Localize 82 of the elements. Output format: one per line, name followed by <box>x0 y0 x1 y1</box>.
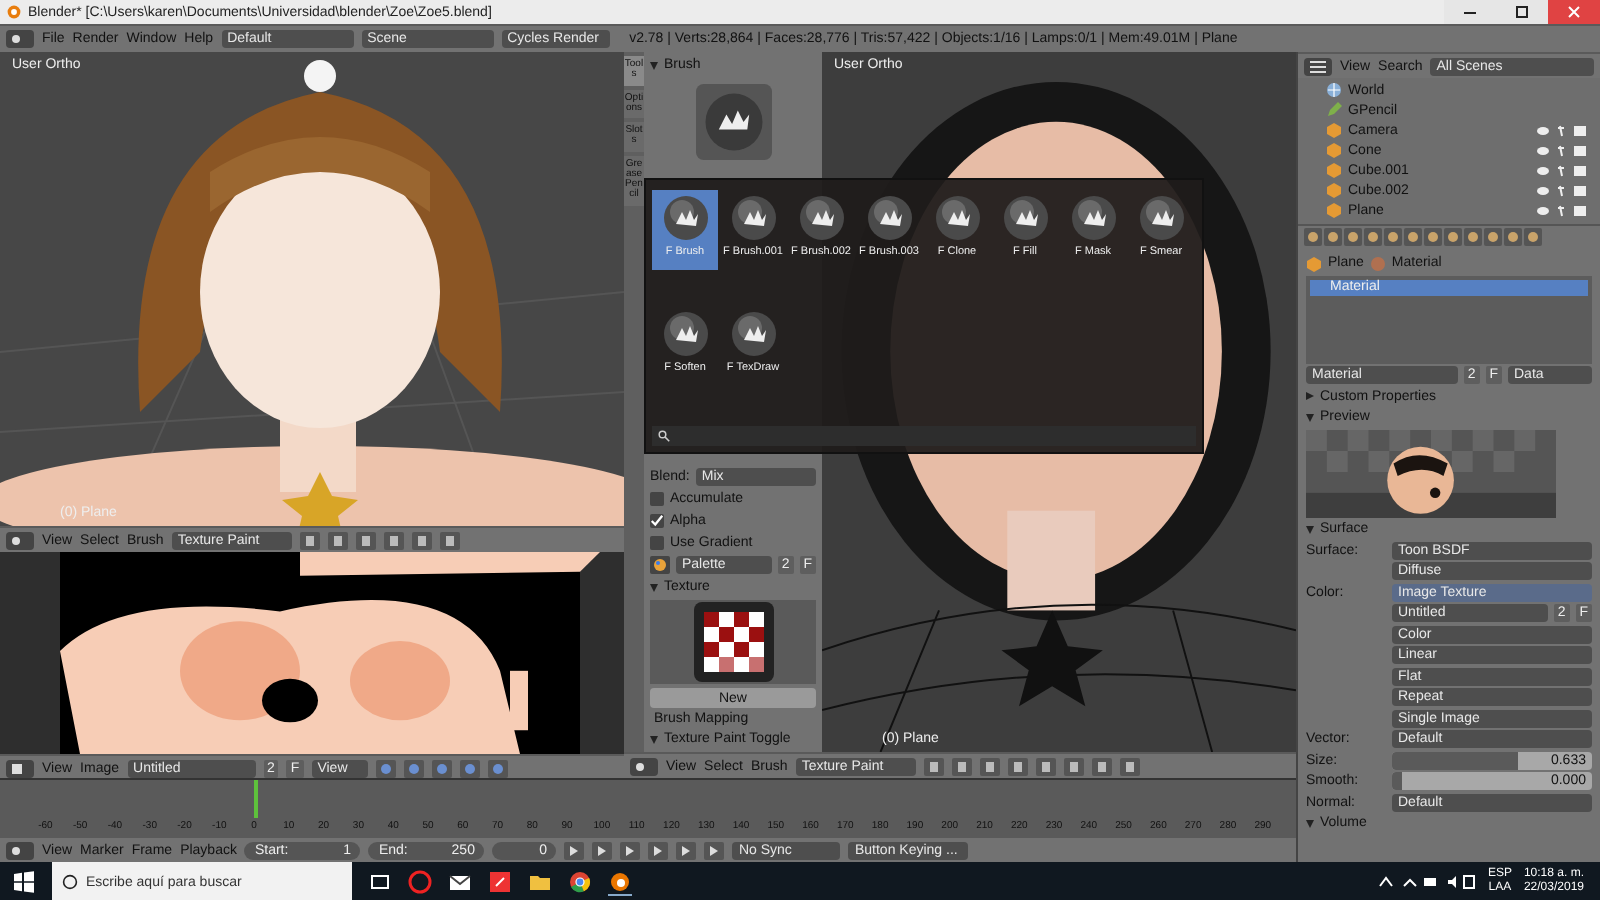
toolbar-icon[interactable] <box>1007 757 1028 775</box>
brush-sphere-icon <box>729 310 777 358</box>
ring-app-icon[interactable] <box>408 870 432 894</box>
property-tab-icon[interactable] <box>1484 228 1502 246</box>
toolbar-icon[interactable] <box>979 757 1000 775</box>
toolbar-icon[interactable] <box>439 531 460 549</box>
windows-start-icon[interactable] <box>12 870 36 894</box>
checkbox[interactable] <box>650 536 664 550</box>
brush-sphere-icon <box>933 194 981 242</box>
property-tab-icon[interactable] <box>1384 228 1402 246</box>
editor-type-icon[interactable] <box>6 30 34 48</box>
editor-type-icon[interactable] <box>1304 57 1332 75</box>
playback-icon[interactable] <box>704 841 725 859</box>
property-tab-icon[interactable] <box>1444 228 1462 246</box>
checkbox[interactable] <box>650 492 664 506</box>
pin-app-icon[interactable] <box>488 870 512 894</box>
toolbar-icon[interactable] <box>383 531 404 549</box>
toolbar-icon[interactable] <box>1119 757 1140 775</box>
property-tab-icon[interactable] <box>1524 228 1542 246</box>
toolbar-icon[interactable] <box>375 759 396 777</box>
checkbox[interactable] <box>650 514 664 528</box>
brush-sphere-icon <box>797 194 845 242</box>
brush-sphere-icon <box>865 194 913 242</box>
property-tab-icon[interactable] <box>1324 228 1342 246</box>
toolbar-icon[interactable] <box>1063 757 1084 775</box>
close-icon[interactable] <box>1548 0 1600 24</box>
property-tab-icon[interactable] <box>1304 228 1322 246</box>
editor-type-icon[interactable] <box>6 841 34 859</box>
visibility-icons-drawing[interactable] <box>1536 183 1588 197</box>
brush-sphere-icon <box>1001 194 1049 242</box>
toolbar-icon[interactable] <box>355 531 376 549</box>
toolbar-icon[interactable] <box>403 759 424 777</box>
property-tab-icon[interactable] <box>1424 228 1442 246</box>
property-tab-icon[interactable] <box>1404 228 1422 246</box>
folder-icon[interactable] <box>528 870 552 894</box>
brush-sphere-icon <box>729 194 777 242</box>
property-tab-icon[interactable] <box>1504 228 1522 246</box>
palette-icon[interactable] <box>650 556 670 574</box>
editor-type-icon[interactable] <box>6 759 34 777</box>
visibility-icons-drawing[interactable] <box>1536 123 1588 137</box>
visibility-icons-drawing[interactable] <box>1536 163 1588 177</box>
search-icon <box>62 874 78 890</box>
playback-icon[interactable] <box>648 841 669 859</box>
toolbar-icon[interactable] <box>431 759 452 777</box>
property-tab-icon[interactable] <box>1464 228 1482 246</box>
playback-icon[interactable] <box>620 841 641 859</box>
toolbar-icon[interactable] <box>1035 757 1056 775</box>
mail-icon[interactable] <box>448 870 472 894</box>
material-icon <box>1369 255 1386 271</box>
editor-type-icon[interactable] <box>630 757 658 775</box>
editor-type-icon[interactable] <box>6 531 34 549</box>
toolbar-icon[interactable] <box>1091 757 1112 775</box>
brush-sphere-icon <box>1069 194 1117 242</box>
visibility-icons-drawing[interactable] <box>1536 143 1588 157</box>
property-tab-icon[interactable] <box>1364 228 1382 246</box>
toolbar-icon[interactable] <box>951 757 972 775</box>
visibility-icons-drawing[interactable] <box>1536 203 1588 217</box>
toolbar-icon[interactable] <box>299 531 320 549</box>
brush-sphere-icon <box>661 310 709 358</box>
task-view-icon[interactable] <box>368 870 392 894</box>
search-field[interactable] <box>652 426 1196 446</box>
toolbar-icon[interactable] <box>411 531 432 549</box>
blender-app-icon[interactable] <box>608 869 632 895</box>
app-icon <box>6 4 22 20</box>
tray-icons-drawing[interactable] <box>1375 874 1476 890</box>
toolbar-icon[interactable] <box>923 757 944 775</box>
toolbar-icon[interactable] <box>327 531 348 549</box>
checker-texture-icon[interactable] <box>693 602 773 682</box>
pencil-icon <box>1326 102 1342 118</box>
maximize-icon[interactable] <box>1496 0 1548 24</box>
brush-sphere-icon <box>1137 194 1185 242</box>
property-tab-icon[interactable] <box>1344 228 1362 246</box>
globe-icon <box>1326 82 1342 98</box>
browser-icon[interactable] <box>568 870 592 894</box>
playback-icon[interactable] <box>676 841 697 859</box>
toolbar-icon[interactable] <box>459 759 480 777</box>
brush-sphere-icon <box>661 194 709 242</box>
toolbar-icon[interactable] <box>487 759 508 777</box>
search-icon <box>658 430 670 442</box>
playback-icon[interactable] <box>564 841 585 859</box>
playback-icon[interactable] <box>592 841 613 859</box>
object-icon <box>1306 255 1322 271</box>
